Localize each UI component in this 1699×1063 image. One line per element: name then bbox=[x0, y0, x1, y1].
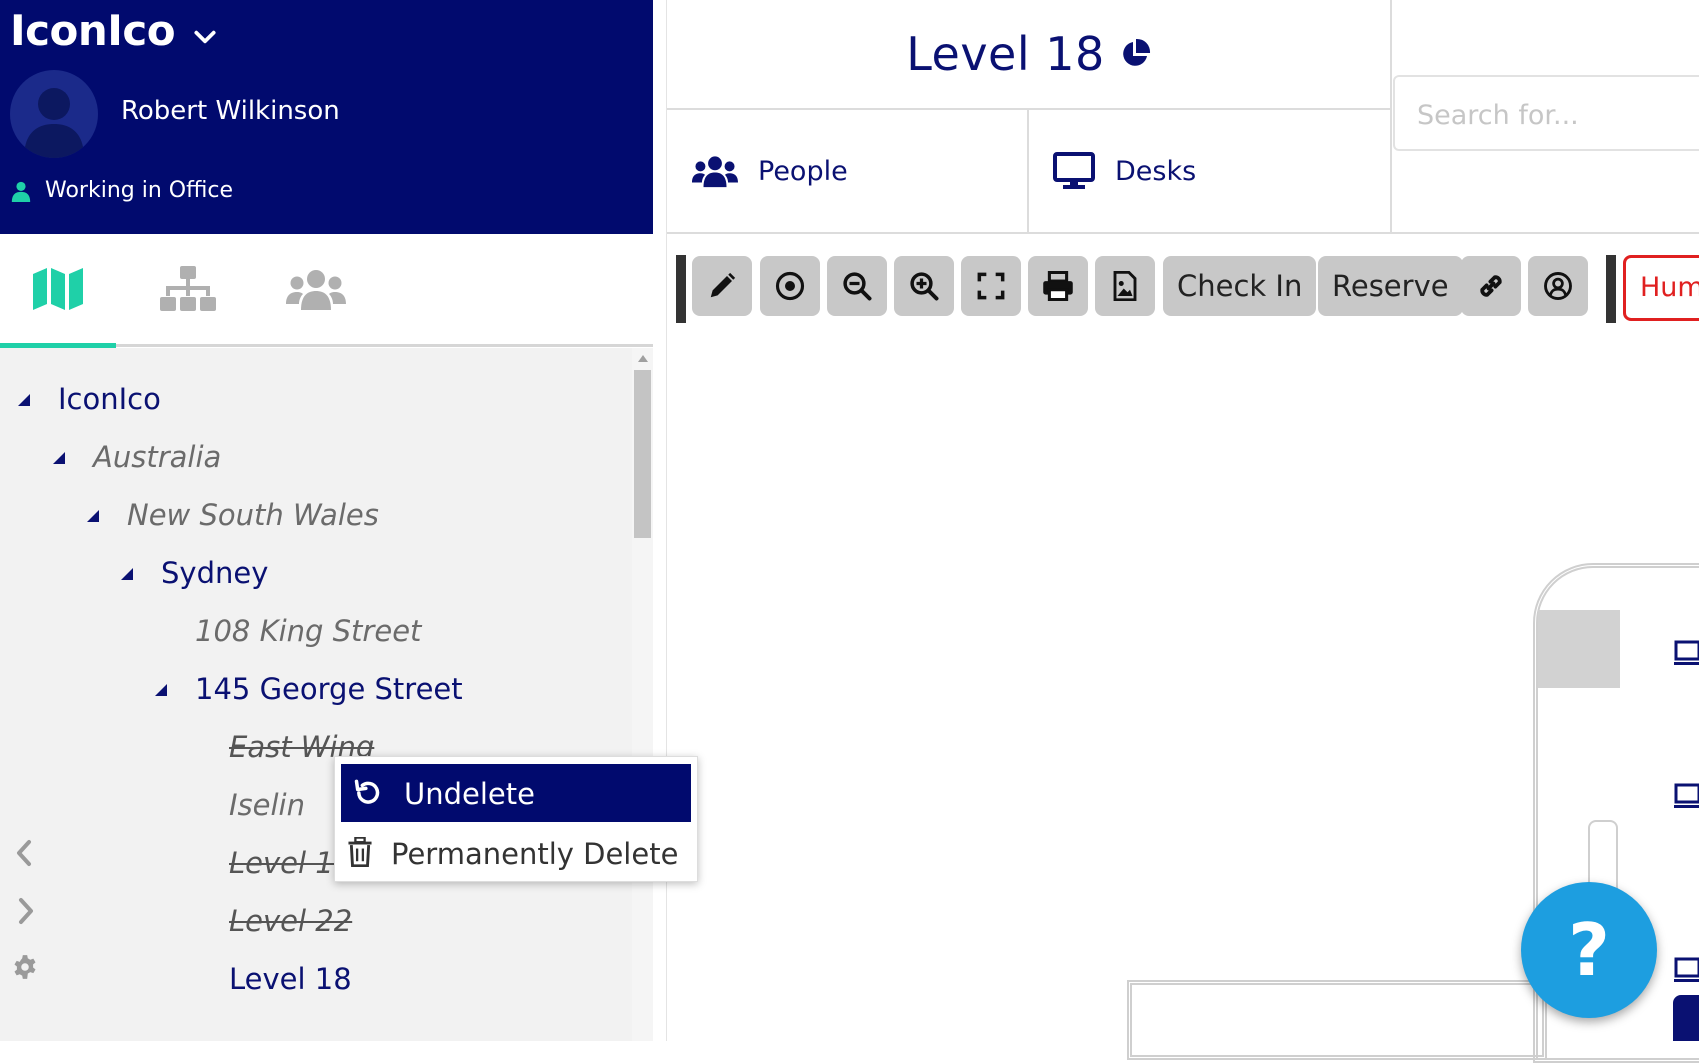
avatar[interactable] bbox=[10, 70, 98, 158]
gear-icon[interactable] bbox=[12, 952, 38, 982]
divider bbox=[1027, 110, 1029, 232]
expand-toggle-icon[interactable] bbox=[155, 684, 167, 696]
tab-org-chart[interactable] bbox=[130, 234, 246, 344]
search-box[interactable] bbox=[1393, 75, 1699, 151]
link-button[interactable] bbox=[1461, 256, 1521, 316]
laptop-desk-icon[interactable] bbox=[1674, 640, 1699, 670]
sidebar-tabs bbox=[0, 234, 653, 348]
scrollbar-thumb[interactable] bbox=[634, 370, 651, 538]
search-input[interactable] bbox=[1415, 95, 1699, 135]
pie-chart-icon[interactable] bbox=[1119, 38, 1151, 70]
zoom-out-button[interactable] bbox=[827, 256, 887, 316]
desk-marker[interactable] bbox=[1673, 995, 1699, 1041]
user-status[interactable]: Working in Office bbox=[45, 178, 233, 203]
fit-screen-button[interactable] bbox=[961, 256, 1021, 316]
page-title: Level 18 bbox=[906, 27, 1105, 81]
print-button[interactable] bbox=[1028, 256, 1088, 316]
tree-node-label[interactable]: Sydney bbox=[161, 556, 268, 590]
scroll-up-arrow-icon[interactable] bbox=[638, 355, 648, 362]
target-icon bbox=[775, 271, 805, 301]
edit-button[interactable] bbox=[692, 256, 752, 316]
expand-icon bbox=[977, 272, 1005, 300]
toolbar-separator bbox=[1606, 255, 1616, 323]
map-icon bbox=[33, 268, 83, 310]
sidebar-divider bbox=[653, 0, 667, 1041]
divider bbox=[1390, 0, 1392, 232]
tree-node-label[interactable]: Level 22 bbox=[229, 904, 352, 938]
file-image-icon bbox=[1113, 271, 1137, 301]
expand-toggle-icon[interactable] bbox=[53, 452, 65, 464]
pencil-icon bbox=[710, 272, 736, 298]
zoom-in-icon bbox=[910, 272, 939, 301]
trash-icon bbox=[348, 837, 372, 867]
context-menu: Undelete Permanently Delete bbox=[334, 756, 698, 882]
user-status-icon bbox=[11, 181, 31, 202]
link-icon bbox=[1480, 275, 1502, 297]
check-in-button[interactable]: Check In bbox=[1163, 256, 1317, 316]
undelete-menu-item[interactable]: Undelete bbox=[341, 764, 691, 822]
expand-toggle-icon[interactable] bbox=[121, 568, 133, 580]
desktop-monitor-icon bbox=[1053, 152, 1095, 189]
locate-button[interactable] bbox=[760, 256, 820, 316]
tab-desks[interactable]: Desks bbox=[1053, 110, 1196, 232]
user-name: Robert Wilkinson bbox=[121, 96, 340, 126]
tab-people-list[interactable]: People bbox=[692, 110, 848, 232]
zoom-out-icon bbox=[843, 272, 872, 301]
export-image-button[interactable] bbox=[1095, 256, 1155, 316]
tree-node-label[interactable]: Level 18 bbox=[229, 962, 352, 996]
user-silhouette-icon bbox=[24, 88, 84, 158]
print-icon bbox=[1043, 271, 1073, 301]
toolbar-separator bbox=[676, 255, 686, 323]
users-icon bbox=[692, 156, 738, 188]
undelete-label: Undelete bbox=[404, 777, 535, 811]
sitemap-icon bbox=[160, 266, 216, 311]
tab-map[interactable] bbox=[0, 234, 116, 344]
chevron-left-icon[interactable] bbox=[12, 838, 38, 868]
floor-plan-room bbox=[1538, 610, 1620, 688]
tree-node-label[interactable]: IconIco bbox=[58, 382, 161, 416]
zoom-in-button[interactable] bbox=[894, 256, 954, 316]
divider bbox=[667, 232, 1699, 234]
laptop-desk-icon[interactable] bbox=[1674, 957, 1699, 987]
user-circle-icon bbox=[1544, 272, 1572, 300]
tree-node-label[interactable]: Iselin bbox=[229, 788, 305, 822]
chevron-down-icon[interactable] bbox=[192, 24, 218, 50]
tab-people-label: People bbox=[758, 155, 848, 187]
tree-node-label[interactable]: 145 George Street bbox=[195, 672, 463, 706]
expand-toggle-icon[interactable] bbox=[18, 394, 30, 406]
reserve-button[interactable]: Reserve bbox=[1318, 256, 1463, 316]
sidebar-header: IconIco Robert Wilkinson Working in Offi… bbox=[0, 0, 653, 234]
hum-button[interactable]: Hum bbox=[1623, 255, 1699, 321]
permanently-delete-menu-item[interactable]: Permanently Delete bbox=[341, 825, 691, 879]
permanently-delete-label: Permanently Delete bbox=[391, 837, 679, 871]
tree-node-label[interactable]: 108 King Street bbox=[195, 614, 421, 648]
user-profile-button[interactable] bbox=[1528, 256, 1588, 316]
chevron-right-icon[interactable] bbox=[12, 896, 38, 926]
undo-icon bbox=[354, 779, 380, 804]
laptop-desk-icon[interactable] bbox=[1674, 783, 1699, 813]
level-title-wrap: Level 18 bbox=[667, 0, 1390, 108]
users-icon bbox=[286, 270, 346, 310]
tree-node-label[interactable]: New South Wales bbox=[127, 498, 379, 532]
help-button[interactable]: ? bbox=[1521, 882, 1657, 1018]
tab-people[interactable] bbox=[258, 234, 374, 344]
tree-node-label[interactable]: Australia bbox=[93, 440, 221, 474]
expand-toggle-icon[interactable] bbox=[87, 510, 99, 522]
floor-plan-wall bbox=[1127, 980, 1547, 1060]
org-name[interactable]: IconIco bbox=[10, 6, 176, 55]
tab-desks-label: Desks bbox=[1115, 155, 1197, 187]
